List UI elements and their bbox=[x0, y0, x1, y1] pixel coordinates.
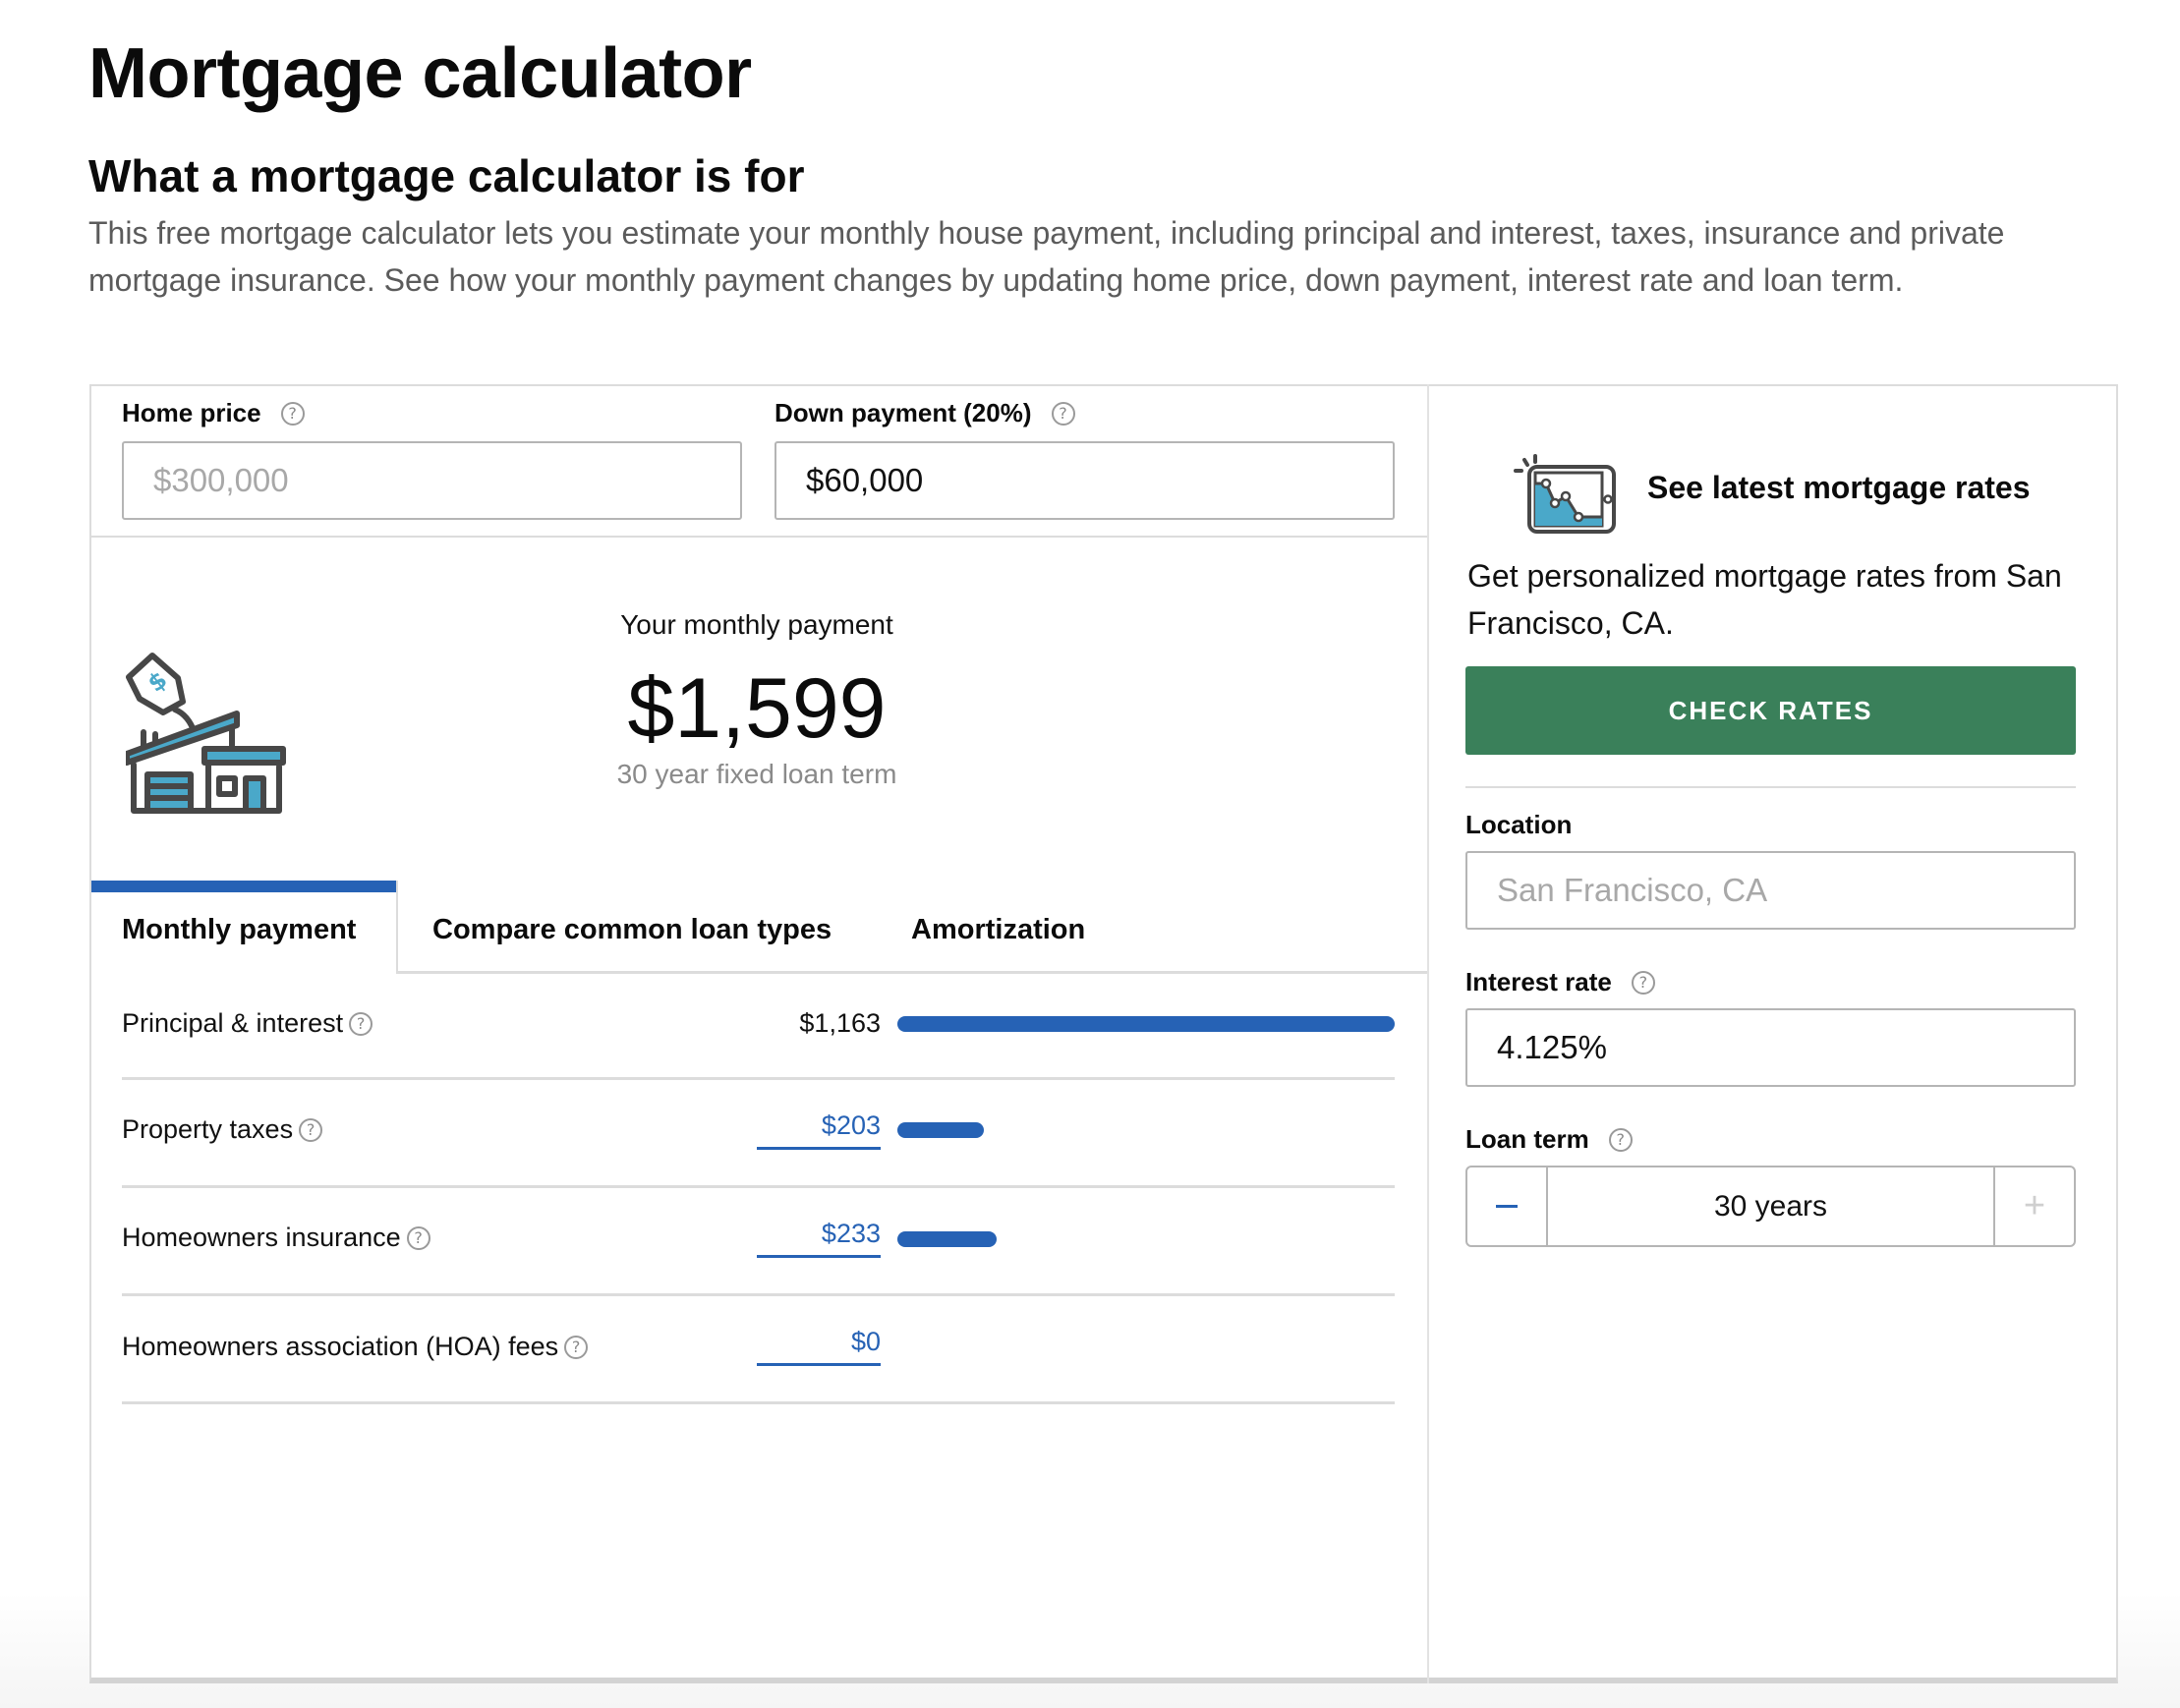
breakdown-label-homeowners-insurance: Homeowners insurance ? bbox=[122, 1223, 430, 1253]
principal-value: $1,163 bbox=[799, 1008, 881, 1038]
location-placeholder: San Francisco, CA bbox=[1497, 872, 1768, 908]
interest-rate-label-text: Interest rate bbox=[1465, 967, 1612, 996]
interest-rate-label: Interest rate ? bbox=[1465, 967, 1655, 997]
decrement-button[interactable] bbox=[1467, 1167, 1548, 1245]
location-label: Location bbox=[1465, 810, 1572, 840]
rates-chart-tablet-icon bbox=[1514, 454, 1616, 534]
loan-term-value: 30 years bbox=[1713, 1189, 1828, 1223]
row-label-text: Principal & interest bbox=[122, 1008, 344, 1038]
plus-icon: + bbox=[2023, 1185, 2046, 1226]
row-divider bbox=[122, 1185, 1395, 1188]
loan-term-stepper: 30 years + bbox=[1465, 1166, 2076, 1247]
tab-amortization[interactable]: Amortization bbox=[911, 914, 1085, 946]
property-taxes-bar bbox=[897, 1122, 985, 1138]
minus-icon bbox=[1496, 1205, 1518, 1208]
loan-term-label: Loan term ? bbox=[1465, 1124, 1633, 1155]
help-icon[interactable]: ? bbox=[406, 1225, 430, 1250]
inputs-divider bbox=[91, 536, 1427, 538]
help-icon[interactable]: ? bbox=[280, 401, 305, 426]
monthly-payment-amount: $1,599 bbox=[627, 661, 887, 756]
help-icon[interactable]: ? bbox=[299, 1117, 323, 1142]
tab-monthly-payment[interactable]: Monthly payment bbox=[122, 914, 356, 946]
breakdown-label-property-taxes: Property taxes ? bbox=[122, 1114, 323, 1145]
rates-heading: See latest mortgage rates bbox=[1647, 470, 2031, 505]
home-price-label-text: Home price bbox=[122, 398, 261, 427]
hoa-fees-input[interactable]: $0 bbox=[757, 1327, 881, 1366]
increment-button[interactable]: + bbox=[1993, 1167, 2074, 1245]
principal-bar bbox=[897, 1016, 1395, 1032]
row-label-text: Homeowners insurance bbox=[122, 1223, 401, 1252]
breakdown-label-hoa-fees: Homeowners association (HOA) fees ? bbox=[122, 1332, 589, 1362]
page-title: Mortgage calculator bbox=[88, 34, 752, 113]
help-icon[interactable]: ? bbox=[1631, 970, 1655, 995]
help-icon[interactable]: ? bbox=[1051, 401, 1075, 426]
help-icon[interactable]: ? bbox=[564, 1335, 589, 1359]
interest-rate-input[interactable]: 4.125% bbox=[1465, 1008, 2076, 1087]
down-payment-value: $60,000 bbox=[806, 462, 924, 498]
location-input[interactable]: San Francisco, CA bbox=[1465, 851, 2076, 930]
down-payment-label: Down payment (20%) ? bbox=[774, 398, 1075, 428]
active-tab-border bbox=[396, 881, 398, 973]
loan-term-label-text: Loan term bbox=[1465, 1124, 1589, 1154]
down-payment-label-text: Down payment (20%) bbox=[774, 398, 1032, 427]
loan-term-subtitle: 30 year fixed loan term bbox=[616, 759, 897, 789]
rates-description: Get personalized mortgage rates from San… bbox=[1467, 558, 2062, 641]
row-divider bbox=[122, 1401, 1395, 1404]
tabs-baseline bbox=[396, 971, 1427, 974]
row-label-text: Property taxes bbox=[122, 1114, 294, 1144]
homeowners-insurance-bar bbox=[897, 1231, 998, 1247]
interest-rate-value: 4.125% bbox=[1497, 1029, 1607, 1065]
homeowners-insurance-input[interactable]: $233 bbox=[757, 1219, 881, 1258]
monthly-payment-label: Your monthly payment bbox=[620, 609, 893, 640]
property-taxes-input[interactable]: $203 bbox=[757, 1110, 881, 1150]
breakdown-label-principal: Principal & interest ? bbox=[122, 1008, 373, 1039]
tab-compare-loan-types[interactable]: Compare common loan types bbox=[432, 914, 832, 946]
section-heading: What a mortgage calculator is for bbox=[88, 150, 805, 201]
intro-paragraph: This free mortgage calculator lets you e… bbox=[88, 215, 2005, 298]
check-rates-button[interactable]: CHECK RATES bbox=[1465, 666, 2076, 755]
help-icon[interactable]: ? bbox=[349, 1011, 373, 1036]
home-price-placeholder: $300,000 bbox=[153, 462, 289, 498]
rates-divider bbox=[1465, 786, 2076, 788]
row-divider bbox=[122, 1077, 1395, 1080]
row-divider bbox=[122, 1293, 1395, 1296]
card-column-divider bbox=[1427, 384, 1429, 1683]
home-price-label: Home price ? bbox=[122, 398, 305, 428]
active-tab-indicator bbox=[91, 881, 397, 892]
row-label-text: Homeowners association (HOA) fees bbox=[122, 1332, 559, 1361]
location-label-text: Location bbox=[1465, 810, 1573, 839]
down-payment-input[interactable]: $60,000 bbox=[774, 441, 1395, 520]
house-price-tag-icon: $ bbox=[126, 653, 286, 814]
home-price-input[interactable]: $300,000 bbox=[122, 441, 742, 520]
help-icon[interactable]: ? bbox=[1608, 1127, 1633, 1152]
